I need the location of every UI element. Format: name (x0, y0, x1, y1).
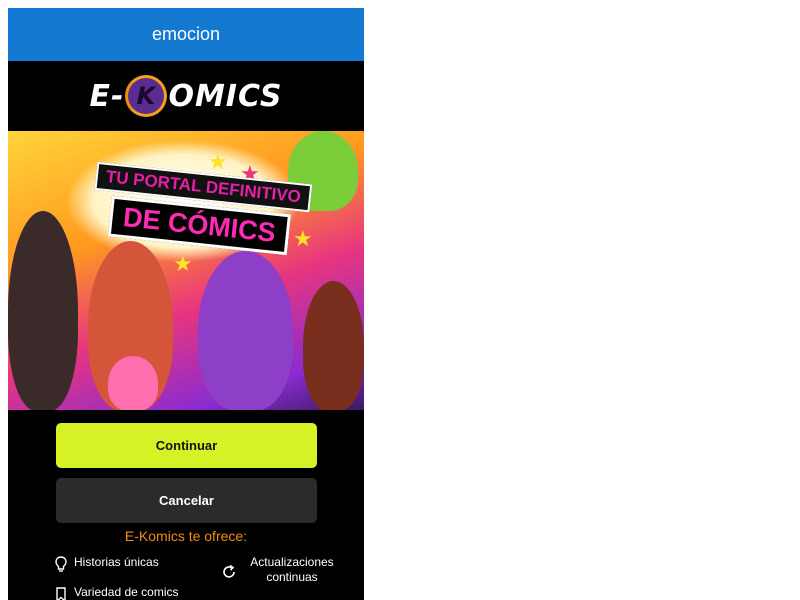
character-small-pink (108, 356, 158, 410)
ekomics-logo: E- K OMICS (89, 75, 282, 117)
bookmark-icon (56, 587, 66, 600)
title-bar: emocion (8, 8, 364, 61)
feature-label: Historias únicas (74, 555, 159, 569)
hero-banner: ★ ★ ★ ★ TU PORTAL DEFINITIVO DE CÓMICS (8, 131, 364, 410)
offers-title: E-Komics te ofrece: (124, 528, 248, 544)
logo-text-right: OMICS (168, 78, 283, 114)
logo-text-left: E- (89, 78, 125, 114)
feature-historias: Historias únicas (52, 555, 212, 573)
logo-k-emblem: K (125, 75, 168, 117)
character-left (8, 211, 78, 410)
continue-button[interactable]: Continuar (56, 423, 317, 468)
window-title: emocion (151, 24, 221, 44)
feature-label: Actualizaciones continuas (250, 555, 334, 584)
logo-area: E- K OMICS (8, 61, 364, 131)
lightbulb-icon (55, 556, 67, 572)
feature-actualizaciones: Actualizaciones continuas (220, 555, 360, 585)
action-buttons: Continuar Cancelar (56, 423, 317, 523)
star-icon: ★ (208, 149, 228, 174)
cancel-button[interactable]: Cancelar (56, 478, 317, 523)
refresh-icon (223, 564, 235, 578)
character-purple-hair (198, 251, 293, 410)
logo-k: K (136, 82, 157, 110)
character-right (303, 281, 364, 410)
app-screen: emocion E- K OMICS ★ ★ ★ ★ TU PORTAL DEF… (8, 8, 364, 600)
feature-label: Variedad de comics (74, 585, 179, 599)
feature-variedad: Variedad de comics (52, 585, 212, 600)
star-icon: ★ (173, 251, 193, 276)
